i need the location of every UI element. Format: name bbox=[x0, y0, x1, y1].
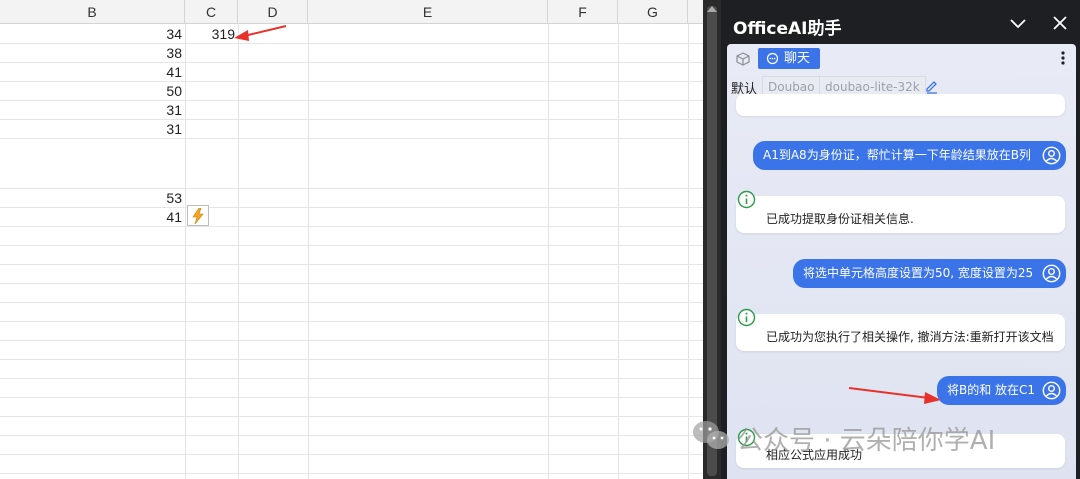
spreadsheet: B C D E F G 34 38 41 50 31 31 53 41 319 bbox=[0, 0, 703, 479]
cell-b2[interactable]: 38 bbox=[100, 45, 182, 61]
flash-fill-button[interactable] bbox=[187, 205, 209, 226]
grid-line bbox=[0, 378, 703, 379]
cell-b5[interactable]: 31 bbox=[100, 102, 182, 118]
panel-body: 聊天 默认 Doubao doubao-lite-32k A1到A8为身份证，帮… bbox=[727, 44, 1076, 479]
column-header-e[interactable]: E bbox=[308, 0, 548, 24]
grid-line bbox=[0, 321, 703, 322]
grid-line bbox=[0, 226, 703, 227]
grid-line bbox=[0, 264, 703, 265]
grid-line bbox=[0, 188, 703, 189]
column-header-b[interactable]: B bbox=[0, 0, 185, 24]
grid-line bbox=[0, 283, 703, 284]
chat-message-ai: 已成功提取身份证相关信息. bbox=[736, 190, 1065, 233]
watermark-text: 公众号 · 云朵陪你学AI bbox=[737, 426, 996, 456]
grid-line bbox=[0, 62, 703, 63]
grid-line bbox=[0, 454, 703, 455]
grid-line bbox=[0, 435, 703, 436]
column-header-d[interactable]: D bbox=[238, 0, 308, 24]
column-header-bar: B C D E F G bbox=[0, 0, 703, 24]
vertical-scrollbar[interactable] bbox=[703, 0, 721, 479]
info-success-icon bbox=[737, 190, 756, 209]
column-header-c[interactable]: C bbox=[185, 0, 238, 24]
cell-b7[interactable]: 53 bbox=[100, 190, 182, 206]
annotation-arrow bbox=[234, 25, 287, 41]
message-text: A1到A8为身份证，帮忙计算一下年龄结果放在B列 bbox=[763, 148, 1031, 162]
panel-title: OfficeAI助手 bbox=[733, 19, 842, 39]
message-text: 已成功为您执行了相关操作, 撤消方法:重新打开该文档 bbox=[766, 330, 1054, 344]
message-text: 将B的和 放在C1 bbox=[947, 383, 1036, 397]
tab-chat[interactable]: 聊天 bbox=[758, 48, 821, 69]
scroll-up-arrow-icon[interactable] bbox=[707, 6, 717, 12]
column-header-h[interactable] bbox=[688, 0, 703, 24]
grid-line bbox=[0, 207, 703, 208]
annotation-arrow bbox=[848, 387, 941, 404]
cell-b1[interactable]: 34 bbox=[100, 26, 182, 42]
edit-pencil-icon[interactable] bbox=[924, 78, 940, 94]
grid-line bbox=[618, 24, 619, 479]
user-avatar-icon bbox=[1042, 264, 1061, 283]
chat-message-user: A1到A8为身份证，帮忙计算一下年龄结果放在B列 bbox=[753, 141, 1066, 170]
cell-c1[interactable]: 319 bbox=[190, 26, 235, 42]
chat-bubble-icon bbox=[766, 52, 779, 65]
cell-b6[interactable]: 31 bbox=[100, 121, 182, 137]
chevron-down-icon[interactable] bbox=[1007, 12, 1029, 34]
grid-line bbox=[0, 359, 703, 360]
more-options-icon[interactable] bbox=[1058, 48, 1068, 68]
grid-line bbox=[238, 24, 239, 479]
message-text: 已成功提取身份证相关信息. bbox=[766, 212, 914, 226]
panel-title-bar: OfficeAI助手 bbox=[721, 0, 1080, 44]
grid-line bbox=[0, 81, 703, 82]
grid-line bbox=[0, 138, 703, 139]
grid-line bbox=[0, 245, 703, 246]
screen: B C D E F G 34 38 41 50 31 31 53 41 319 … bbox=[0, 0, 1080, 479]
grid-line bbox=[0, 397, 703, 398]
grid-line bbox=[0, 416, 703, 417]
message-text: 将选中单元格高度设置为50, 宽度设置为25 bbox=[803, 266, 1034, 280]
cell-b8[interactable]: 41 bbox=[100, 209, 182, 225]
user-avatar-icon bbox=[1042, 146, 1061, 165]
grid-line bbox=[185, 24, 186, 479]
grid-line bbox=[0, 302, 703, 303]
grid-line bbox=[0, 43, 703, 44]
cell-b3[interactable]: 41 bbox=[100, 64, 182, 80]
wechat-logo-icon bbox=[693, 421, 729, 449]
chat-message-ai: 已成功为您执行了相关操作, 撤消方法:重新打开该文档 bbox=[736, 308, 1065, 351]
grid-line bbox=[688, 24, 689, 479]
user-avatar-icon bbox=[1042, 381, 1061, 400]
column-header-g[interactable]: G bbox=[618, 0, 688, 24]
chat-message-user: 将B的和 放在C1 bbox=[937, 376, 1066, 405]
grid-line bbox=[548, 24, 549, 479]
chat-message-user: 将选中单元格高度设置为50, 宽度设置为25 bbox=[793, 259, 1066, 288]
lightning-icon bbox=[192, 207, 204, 224]
close-icon[interactable] bbox=[1049, 12, 1071, 34]
scrollbar-thumb[interactable] bbox=[707, 6, 717, 476]
grid-line bbox=[0, 473, 703, 474]
grid-line bbox=[0, 119, 703, 120]
panel-toolbar: 聊天 bbox=[727, 44, 1076, 74]
grid-line bbox=[0, 340, 703, 341]
info-success-icon bbox=[737, 308, 756, 327]
cell-b4[interactable]: 50 bbox=[100, 83, 182, 99]
grid-line bbox=[308, 24, 309, 479]
column-header-f[interactable]: F bbox=[548, 0, 618, 24]
cube-icon[interactable] bbox=[736, 52, 750, 66]
tab-chat-label: 聊天 bbox=[784, 51, 811, 66]
chat-message-ai-partial bbox=[736, 94, 1065, 116]
grid-line bbox=[0, 100, 703, 101]
